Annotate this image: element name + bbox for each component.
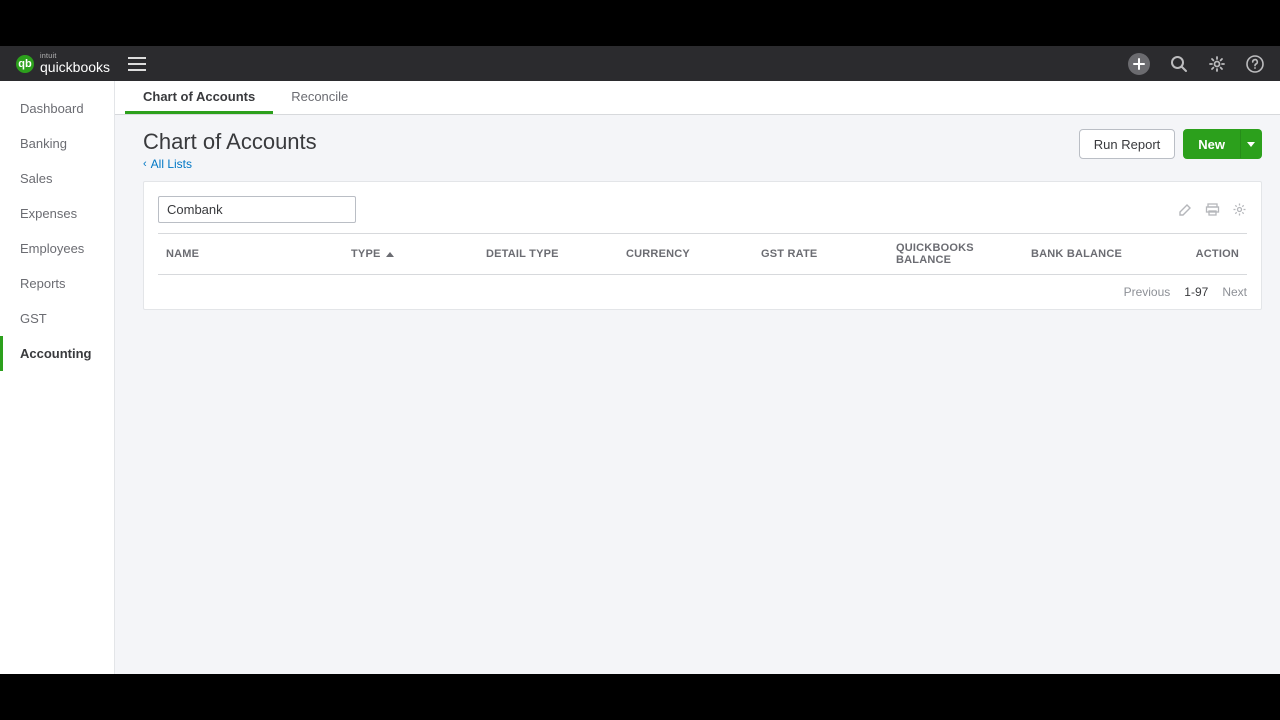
col-type[interactable]: TYPE [343, 234, 478, 275]
breadcrumb-all-lists[interactable]: ‹ All Lists [143, 157, 317, 171]
new-button[interactable]: New [1183, 129, 1240, 159]
search-icon[interactable] [1170, 55, 1188, 73]
edit-icon[interactable] [1178, 202, 1193, 217]
sidebar-item-sales[interactable]: Sales [0, 161, 114, 196]
col-action[interactable]: ACTION [1143, 234, 1247, 275]
pager: Previous 1-97 Next [158, 285, 1247, 299]
run-report-button[interactable]: Run Report [1079, 129, 1175, 159]
settings-icon[interactable] [1232, 202, 1247, 217]
sidebar-item-accounting[interactable]: Accounting [0, 336, 114, 371]
brand-name: quickbooks [40, 60, 110, 74]
col-qb-balance[interactable]: QUICKBOOKS BALANCE [888, 234, 1023, 275]
sub-tabs: Chart of Accounts Reconcile [115, 81, 1280, 115]
sidebar-item-dashboard[interactable]: Dashboard [0, 91, 114, 126]
pager-previous[interactable]: Previous [1124, 285, 1171, 299]
hamburger-icon[interactable] [128, 57, 146, 71]
tab-reconcile[interactable]: Reconcile [273, 81, 366, 114]
page-title: Chart of Accounts [143, 129, 317, 155]
gear-icon[interactable] [1208, 55, 1226, 73]
col-name[interactable]: NAME [158, 234, 343, 275]
sidebar-item-employees[interactable]: Employees [0, 231, 114, 266]
topbar: qb intuit quickbooks [0, 46, 1280, 81]
col-detail-type[interactable]: DETAIL TYPE [478, 234, 618, 275]
brand-logo[interactable]: qb intuit quickbooks [16, 53, 110, 74]
pager-next[interactable]: Next [1222, 285, 1247, 299]
help-icon[interactable] [1246, 55, 1264, 73]
col-gst-rate[interactable]: GST RATE [753, 234, 888, 275]
chevron-down-icon [1247, 142, 1255, 147]
tab-chart-of-accounts[interactable]: Chart of Accounts [125, 81, 273, 114]
letterbox-top [0, 0, 1280, 46]
sidebar-item-gst[interactable]: GST [0, 301, 114, 336]
accounts-panel: NAME TYPE DETAIL TYPE CURRENCY GST RATE … [143, 181, 1262, 310]
sidebar-item-expenses[interactable]: Expenses [0, 196, 114, 231]
print-icon[interactable] [1205, 202, 1220, 217]
plus-icon [1128, 53, 1150, 75]
accounts-table: NAME TYPE DETAIL TYPE CURRENCY GST RATE … [158, 233, 1247, 275]
breadcrumb-label: All Lists [151, 157, 192, 171]
sidebar-item-banking[interactable]: Banking [0, 126, 114, 161]
chevron-left-icon: ‹ [143, 158, 147, 170]
pager-range: 1-97 [1184, 285, 1208, 299]
new-button-dropdown[interactable] [1240, 129, 1262, 159]
sidebar-item-reports[interactable]: Reports [0, 266, 114, 301]
brand-icon: qb [16, 55, 34, 73]
col-bank-balance[interactable]: BANK BALANCE [1023, 234, 1143, 275]
add-button[interactable] [1128, 53, 1150, 75]
search-input[interactable] [158, 196, 356, 223]
col-currency[interactable]: CURRENCY [618, 234, 753, 275]
sidebar: Dashboard Banking Sales Expenses Employe… [0, 81, 115, 674]
letterbox-bottom [0, 674, 1280, 720]
app-window: qb intuit quickbooks [0, 46, 1280, 674]
